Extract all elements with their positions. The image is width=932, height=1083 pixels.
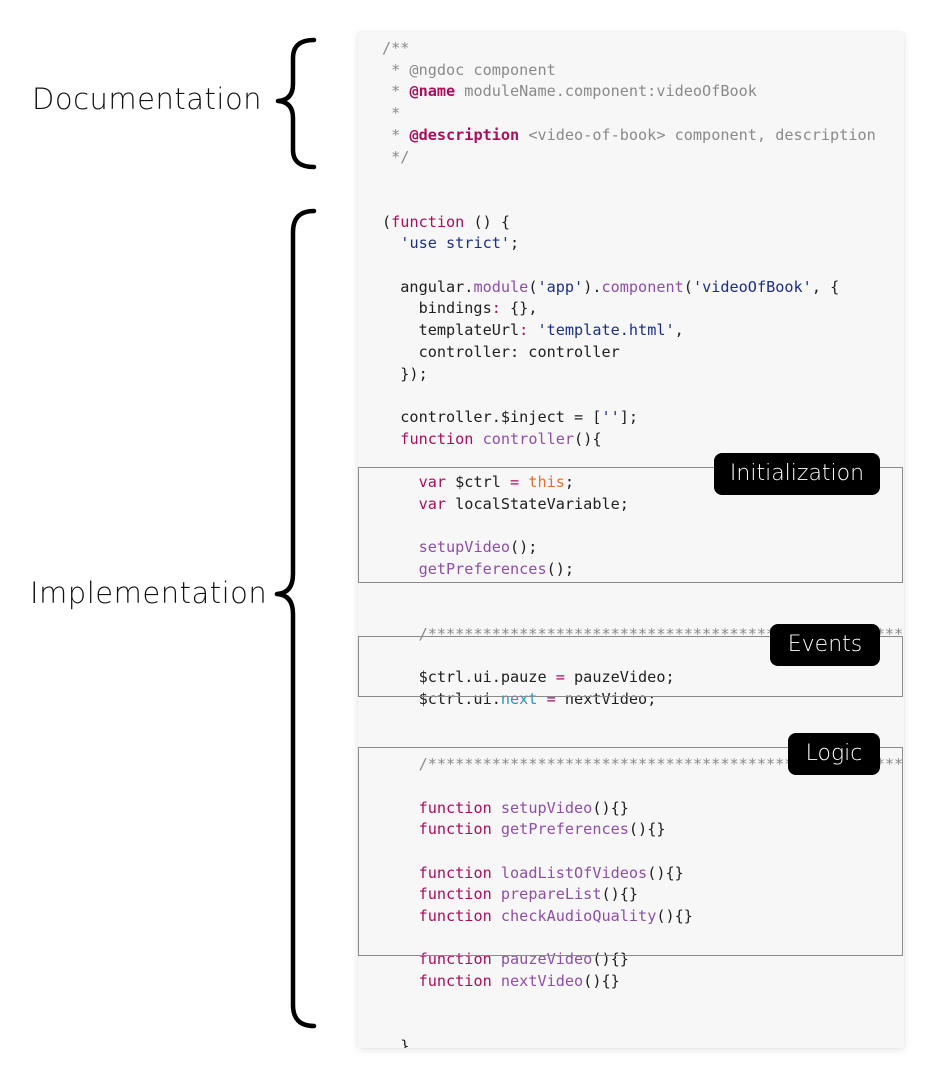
code-token-plain: }); bbox=[382, 364, 428, 383]
events-tag: Events bbox=[770, 624, 880, 666]
code-line: bindings: {}, bbox=[382, 298, 538, 318]
code-token-comment: <video-of-book> component, description bbox=[519, 125, 876, 144]
code-token-keyword: function bbox=[391, 212, 465, 231]
code-line: templateUrl: 'template.html', bbox=[382, 320, 684, 340]
code-token-keyword: : bbox=[491, 299, 501, 318]
code-token-keyword: : bbox=[519, 321, 529, 340]
code-token-comment: /** bbox=[382, 39, 410, 57]
code-token-method: component bbox=[601, 277, 684, 296]
code-line: */ bbox=[382, 147, 409, 167]
documentation-brace bbox=[275, 37, 317, 170]
code-line: (function () { bbox=[382, 212, 510, 232]
code-token-string: 'app' bbox=[537, 277, 584, 296]
code-token-comment: */ bbox=[382, 147, 410, 166]
code-line: controller.$inject = ['']; bbox=[382, 407, 638, 427]
code-token-method: controller bbox=[482, 429, 575, 448]
code-line: function controller(){ bbox=[382, 429, 601, 449]
code-token-plain: ; bbox=[510, 234, 520, 253]
code-line: }); bbox=[382, 364, 428, 384]
initialization-tag: Initialization bbox=[714, 453, 880, 495]
implementation-brace bbox=[274, 208, 317, 1029]
code-token-plain: controller.$inject = [ bbox=[382, 407, 602, 426]
code-token-comment: * bbox=[382, 82, 410, 101]
code-token-plain: angular. bbox=[382, 277, 474, 296]
code-token-plain: controller: controller bbox=[382, 342, 620, 361]
code-token-plain: (){} bbox=[583, 972, 620, 991]
code-token-string: 'videoOfBook' bbox=[692, 277, 812, 296]
code-token-comment: * @ngdoc component bbox=[382, 60, 556, 79]
code-token-plain: ( bbox=[683, 277, 693, 296]
code-line: 'use strict'; bbox=[382, 233, 519, 253]
code-line: * @name moduleName.component:videoOfBook bbox=[382, 81, 757, 101]
code-line: /** bbox=[382, 38, 409, 58]
code-token-plain: {}, bbox=[500, 299, 538, 318]
code-token-plain: , { bbox=[811, 277, 840, 296]
code-token-method: module bbox=[473, 277, 529, 296]
code-token-plain: ( bbox=[382, 212, 392, 231]
logic-region bbox=[358, 747, 903, 956]
code-token-string: '' bbox=[601, 407, 620, 426]
code-token-keyword: function bbox=[400, 429, 474, 448]
code-token-plain: ). bbox=[583, 277, 602, 296]
code-line: * @ngdoc component bbox=[382, 60, 556, 80]
code-token-string: 'template.html' bbox=[537, 321, 675, 340]
code-token-plain: templateUrl bbox=[382, 321, 520, 340]
code-line: } bbox=[382, 1036, 409, 1048]
code-token-doc-tag: @description bbox=[409, 125, 520, 144]
code-token-comment: moduleName.component:videoOfBook bbox=[455, 82, 757, 101]
code-token-plain: } bbox=[382, 1037, 410, 1048]
code-line: * bbox=[382, 103, 400, 123]
code-token-plain: () { bbox=[464, 212, 511, 231]
logic-tag: Logic bbox=[788, 733, 880, 775]
code-token-keyword: function bbox=[418, 972, 492, 991]
code-token-comment: * bbox=[382, 104, 401, 123]
code-token-method: nextVideo bbox=[500, 972, 584, 991]
code-line: controller: controller bbox=[382, 342, 620, 362]
code-token-doc-tag: @name bbox=[409, 82, 456, 101]
code-token-plain: (){ bbox=[574, 429, 602, 448]
code-token-comment: * bbox=[382, 125, 410, 144]
code-line: angular.module('app').component('videoOf… bbox=[382, 277, 839, 297]
code-token-string: 'use strict' bbox=[400, 234, 511, 253]
code-line: function nextVideo(){} bbox=[382, 971, 620, 991]
code-token-plain: bindings bbox=[382, 299, 492, 318]
code-token-plain: ]; bbox=[619, 407, 639, 426]
code-token-plain: , bbox=[674, 321, 684, 340]
code-line: * @description <video-of-book> component… bbox=[382, 125, 876, 145]
